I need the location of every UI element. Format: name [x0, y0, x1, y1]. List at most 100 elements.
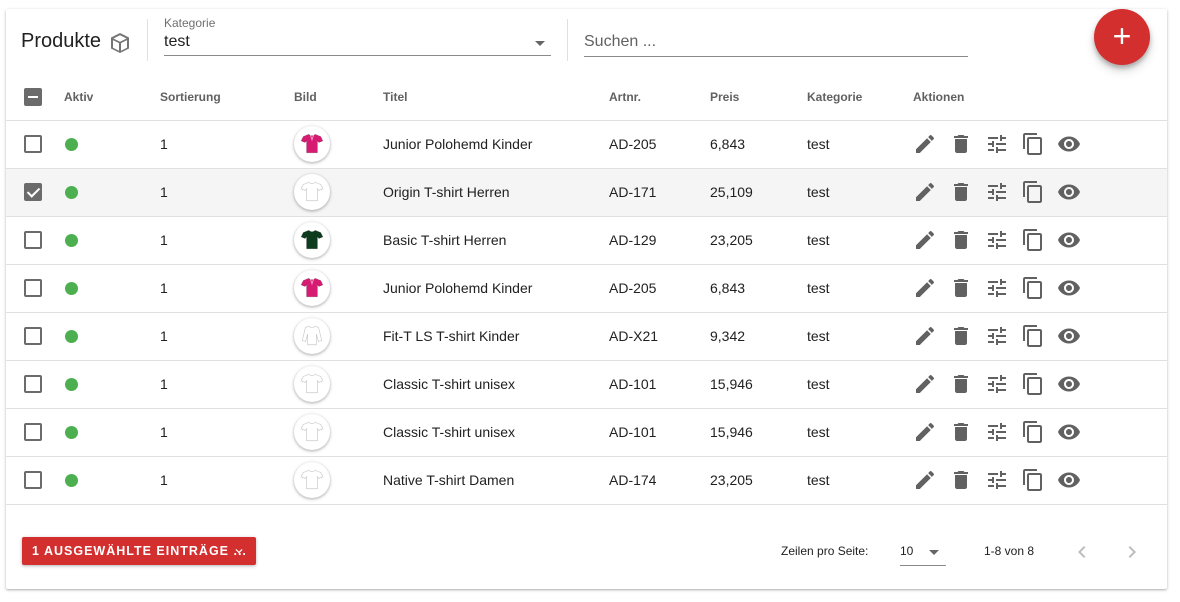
trash-button[interactable] [949, 178, 985, 206]
row-checkbox[interactable] [24, 279, 42, 297]
eye-icon [1058, 184, 1080, 200]
table-row[interactable]: 1 Junior Polohemd Kinder AD-205 6,843 test [6, 120, 1167, 169]
pencil-button[interactable] [913, 178, 949, 206]
row-sort: 1 [160, 312, 294, 361]
trash-button[interactable] [949, 418, 985, 446]
column-header-bild[interactable]: Bild [294, 75, 383, 121]
pencil-icon [916, 134, 935, 153]
copy-button[interactable] [1021, 370, 1057, 398]
table-header-row: Aktiv Sortierung Bild Titel Artnr. Preis… [6, 75, 1167, 121]
copy-button[interactable] [1021, 226, 1057, 254]
rows-per-page-label: Zeilen pro Seite: [781, 544, 869, 558]
eye-button[interactable] [1057, 178, 1093, 206]
column-header-preis[interactable]: Preis [710, 75, 807, 121]
toolbar-divider [567, 19, 568, 61]
pencil-button[interactable] [913, 130, 949, 158]
product-image [294, 222, 330, 258]
pencil-button[interactable] [913, 322, 949, 350]
bulk-actions-button[interactable]: 1 AUSGEWÄHLTE EINTRÄGE ... [22, 537, 256, 565]
trash-button[interactable] [949, 322, 985, 350]
sliders-button[interactable] [985, 418, 1021, 446]
toolbar-divider [147, 19, 148, 61]
trash-button[interactable] [949, 226, 985, 254]
row-actions [913, 130, 1167, 158]
row-checkbox[interactable] [24, 327, 42, 345]
copy-button[interactable] [1021, 322, 1057, 350]
row-artnr: AD-205 [609, 120, 710, 169]
previous-page-button[interactable] [1070, 540, 1094, 564]
chevron-left-icon [1078, 546, 1086, 558]
pencil-icon [916, 422, 935, 441]
table-row[interactable]: 1 Native T-shirt Damen AD-174 23,205 test [6, 456, 1167, 505]
trash-button[interactable] [949, 130, 985, 158]
column-header-aktiv[interactable]: Aktiv [64, 75, 160, 121]
row-checkbox[interactable] [24, 423, 42, 441]
pencil-button[interactable] [913, 466, 949, 494]
sliders-button[interactable] [985, 226, 1021, 254]
select-all-checkbox[interactable] [24, 88, 42, 107]
row-price: 15,946 [710, 408, 807, 457]
sliders-button[interactable] [985, 274, 1021, 302]
table-footer: 1 AUSGEWÄHLTE EINTRÄGE ... Zeilen pro Se… [6, 514, 1167, 589]
table-row[interactable]: 1 Classic T-shirt unisex AD-101 15,946 test [6, 360, 1167, 409]
copy-button[interactable] [1021, 178, 1057, 206]
eye-button[interactable] [1057, 322, 1093, 350]
row-checkbox[interactable] [24, 471, 42, 489]
eye-button[interactable] [1057, 466, 1093, 494]
table-row[interactable]: 1 Junior Polohemd Kinder AD-205 6,843 test [6, 264, 1167, 313]
sliders-button[interactable] [985, 178, 1021, 206]
pencil-button[interactable] [913, 418, 949, 446]
add-product-button[interactable]: + [1094, 9, 1150, 65]
column-header-artnr[interactable]: Artnr. [609, 75, 710, 121]
trash-button[interactable] [949, 274, 985, 302]
pencil-button[interactable] [913, 370, 949, 398]
copy-button[interactable] [1021, 130, 1057, 158]
sliders-button[interactable] [985, 130, 1021, 158]
search-input[interactable] [584, 27, 968, 57]
copy-button[interactable] [1021, 466, 1057, 494]
product-image [294, 174, 330, 210]
eye-icon [1058, 232, 1080, 248]
copy-button[interactable] [1021, 418, 1057, 446]
trash-icon [954, 183, 968, 201]
row-checkbox[interactable] [24, 231, 42, 249]
trash-button[interactable] [949, 370, 985, 398]
rows-per-page-select[interactable]: 10 [900, 540, 946, 566]
copy-button[interactable] [1021, 274, 1057, 302]
next-page-button[interactable] [1120, 540, 1144, 564]
eye-button[interactable] [1057, 418, 1093, 446]
eye-button[interactable] [1057, 226, 1093, 254]
shirt-icon [299, 418, 325, 447]
table-row[interactable]: 1 Fit-T LS T-shirt Kinder AD-X21 9,342 test [6, 312, 1167, 361]
row-checkbox[interactable] [24, 375, 42, 393]
column-header-kategorie[interactable]: Kategorie [807, 75, 913, 121]
trash-button[interactable] [949, 466, 985, 494]
trash-icon [954, 375, 968, 393]
category-select[interactable]: Kategorie test [164, 16, 551, 56]
row-title: Junior Polohemd Kinder [383, 264, 609, 313]
sliders-button[interactable] [985, 370, 1021, 398]
table-row[interactable]: 1 Origin T-shirt Herren AD-171 25,109 test [6, 168, 1167, 217]
active-status-dot [65, 281, 78, 295]
row-actions [913, 466, 1167, 494]
row-checkbox[interactable] [24, 135, 42, 153]
pencil-button[interactable] [913, 226, 949, 254]
chevron-down-icon [535, 41, 545, 46]
row-category: test [807, 360, 913, 409]
pencil-button[interactable] [913, 274, 949, 302]
trash-icon [954, 135, 968, 153]
row-title: Classic T-shirt unisex [383, 408, 609, 457]
row-sort: 1 [160, 168, 294, 217]
eye-button[interactable] [1057, 130, 1093, 158]
column-header-titel[interactable]: Titel [383, 75, 609, 121]
column-header-sortierung[interactable]: Sortierung [160, 75, 294, 121]
table-row[interactable]: 1 Basic T-shirt Herren AD-129 23,205 test [6, 216, 1167, 265]
sliders-button[interactable] [985, 466, 1021, 494]
sliders-button[interactable] [985, 322, 1021, 350]
eye-button[interactable] [1057, 370, 1093, 398]
eye-button[interactable] [1057, 274, 1093, 302]
table-row[interactable]: 1 Classic T-shirt unisex AD-101 15,946 test [6, 408, 1167, 457]
shirt-icon [299, 226, 325, 255]
row-actions [913, 226, 1167, 254]
row-checkbox[interactable] [24, 183, 42, 201]
